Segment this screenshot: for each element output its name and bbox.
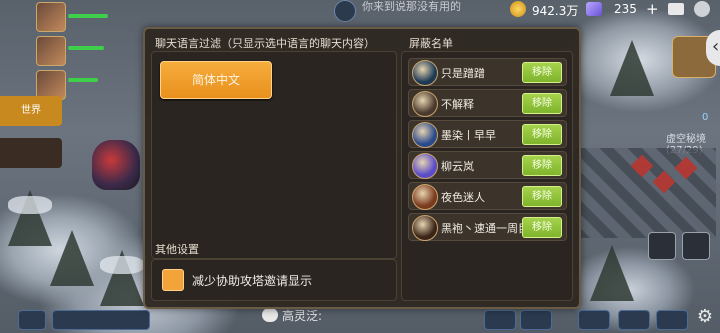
skill-slot[interactable] [682,232,710,260]
blocked-user-avatar [412,153,438,179]
gear-icon[interactable]: ⚙ [694,306,716,328]
bottom-chat[interactable]: 高灵泛: [262,306,322,326]
gold-coin-icon [510,1,526,17]
reduce-invites-checkbox[interactable] [162,269,184,291]
blocked-user-name: 只是蹭蹭 [441,67,485,80]
blocked-user-avatar [412,215,438,241]
party-member-avatar[interactable] [36,2,66,32]
bottom-button[interactable] [520,310,552,330]
diamond-icon [586,2,602,16]
blocked-user-avatar [412,60,438,86]
skill-slot[interactable] [648,232,676,260]
world-tab[interactable]: 世界 [0,96,62,126]
map-grid [576,148,716,238]
blocked-user-row: 夜色迷人 移除 [408,182,567,210]
blocked-user-avatar [412,91,438,117]
chat-bubble-icon [262,308,278,322]
chat-preview: 你来到说那没有用的 [362,0,461,13]
language-filter-panel: 简体中文 [151,51,397,259]
blocked-user-row: 柳云岚 移除 [408,151,567,179]
blocked-user-name: 柳云岚 [441,160,474,173]
bottom-button[interactable] [18,310,46,330]
bottom-button[interactable] [484,310,516,330]
reduce-invites-label: 减少协助攻塔邀请显示 [192,274,313,288]
blocked-user-row: 不解释 移除 [408,89,567,117]
blocked-user-name: 夜色迷人 [441,191,485,204]
blocked-user-avatar [412,122,438,148]
bottom-button[interactable] [618,310,650,330]
expand-chevron-icon[interactable]: ‹ [706,30,720,66]
block-list-title: 屏蔽名单 [409,37,453,50]
party-member-avatar[interactable] [36,36,66,66]
blocked-user-name: 黑袍丶速通一周目 [441,222,529,235]
remove-button[interactable]: 移除 [522,93,562,114]
blocked-user-name: 墨染丨早早 [441,129,496,142]
bottom-button[interactable] [656,310,688,330]
enemy-monster[interactable] [92,140,140,190]
count-label: 0 [702,112,709,123]
remove-button[interactable]: 移除 [522,124,562,145]
bottom-bar [0,306,720,333]
remove-button[interactable]: 移除 [522,217,562,238]
chat-settings-dialog: 聊天语言过滤（只显示选中语言的聊天内容） 简体中文 其他设置 减少协助攻塔邀请显… [143,27,581,309]
chat-avatar-icon [334,0,356,22]
blocked-user-row: 黑袍丶速通一周目 移除 [408,213,567,241]
party-panel: 世界 [0,0,140,333]
health-bar [68,78,98,82]
party-avatars [36,2,66,104]
map-tile [674,156,698,180]
other-settings-title: 其他设置 [155,243,199,256]
remove-button[interactable]: 移除 [522,62,562,83]
map-tile [652,170,676,194]
bottom-progress [52,310,150,330]
add-currency-button[interactable]: + [646,0,659,18]
bottom-button[interactable] [578,310,610,330]
remove-button[interactable]: 移除 [522,155,562,176]
settings-icon[interactable] [694,1,710,17]
blocked-user-avatar [412,184,438,210]
gold-amount: 942.3万 [532,4,579,18]
diamond-amount: 235 [614,2,637,16]
block-list-panel: 只是蹭蹭 移除 不解释 移除 墨染丨早早 移除 柳云岚 移除 夜色迷人 移除 黑袍丶速通一周目 移除 [401,51,573,301]
blocked-user-name: 不解释 [441,98,474,111]
other-settings-panel: 减少协助攻塔邀请显示 [151,259,397,301]
right-side-panel: 0 虚空秘境 (27/29) [576,30,720,330]
chat-sender: 高灵泛: [282,309,323,323]
blocked-user-row: 只是蹭蹭 移除 [408,58,567,86]
map-tile [630,154,654,178]
side-tab[interactable] [0,138,62,168]
remove-button[interactable]: 移除 [522,186,562,207]
health-bar [68,14,108,18]
health-bar [68,46,104,50]
blocked-user-row: 墨染丨早早 移除 [408,120,567,148]
top-bar: 你来到说那没有用的 942.3万 235 + [330,0,720,22]
language-filter-title: 聊天语言过滤（只显示选中语言的聊天内容） [155,37,375,50]
language-simplified-chinese-button[interactable]: 简体中文 [160,61,272,99]
mail-icon[interactable] [668,3,684,15]
